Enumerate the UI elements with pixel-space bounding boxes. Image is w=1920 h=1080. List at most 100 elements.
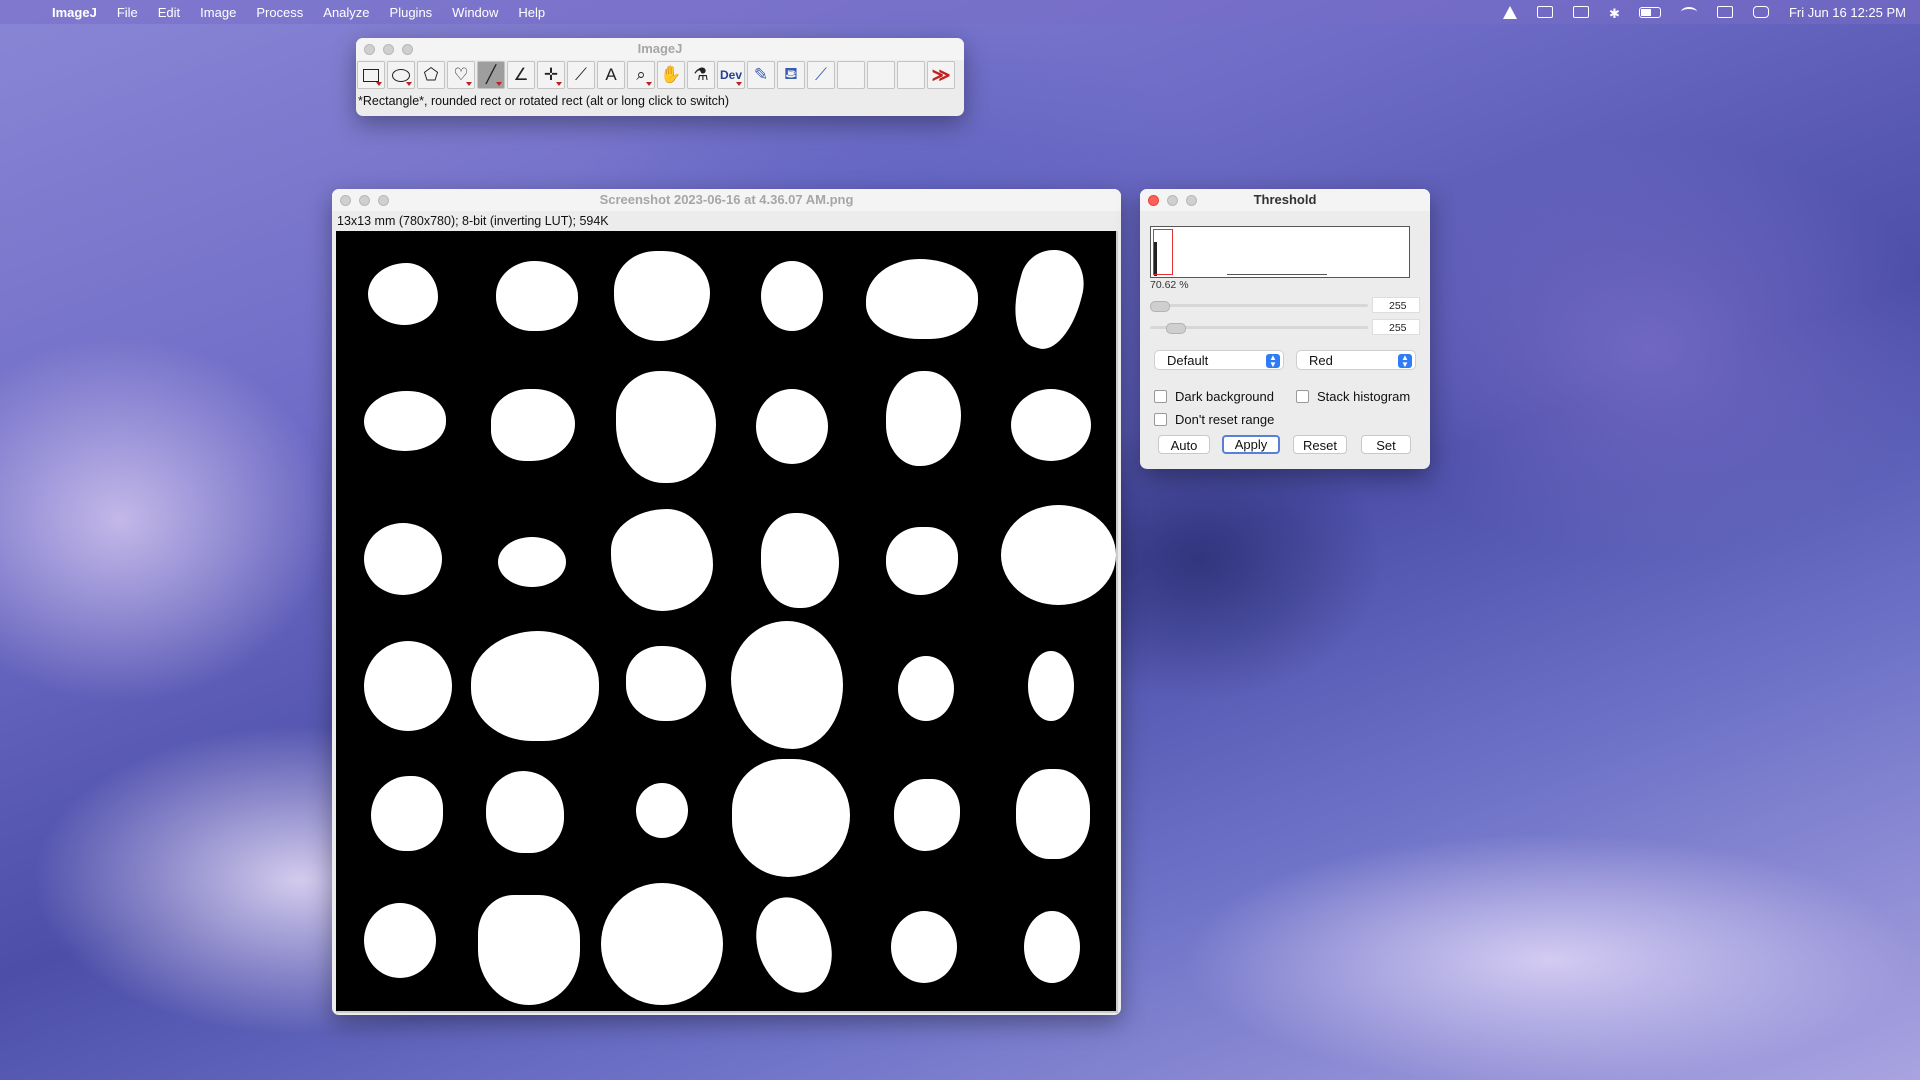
particle bbox=[371, 776, 443, 851]
empty-tool-slot[interactable] bbox=[897, 61, 925, 89]
particle bbox=[866, 259, 978, 339]
microscope-icon: ⚗ bbox=[693, 65, 709, 84]
particle bbox=[364, 391, 446, 451]
color-picker-tool-button[interactable]: ⚗ bbox=[687, 61, 715, 89]
particle bbox=[636, 783, 688, 838]
display-select[interactable]: Red ▲ ▼ bbox=[1296, 350, 1416, 370]
more-tools-button[interactable]: ≫ bbox=[927, 61, 955, 89]
titlebar[interactable]: Screenshot 2023-06-16 at 4.36.07 AM.png bbox=[332, 189, 1121, 211]
particle bbox=[731, 621, 843, 749]
particle bbox=[1001, 505, 1116, 605]
rectangle-tool-button[interactable] bbox=[357, 61, 385, 89]
image-info: 13x13 mm (780x780); 8-bit (inverting LUT… bbox=[337, 214, 609, 228]
magnifier-icon: ⌕ bbox=[636, 65, 646, 84]
dev-label: Dev bbox=[719, 68, 742, 82]
point-tool-button[interactable]: ✛ bbox=[537, 61, 565, 89]
dev-tool-button[interactable]: Dev bbox=[717, 61, 745, 89]
titlebar[interactable]: ImageJ bbox=[356, 38, 964, 60]
menu-imagej[interactable]: ImageJ bbox=[52, 5, 97, 20]
line-icon: ╱ bbox=[485, 65, 497, 84]
method-select[interactable]: Default ▲ ▼ bbox=[1154, 350, 1284, 370]
min-threshold-value[interactable]: 255 bbox=[1372, 297, 1420, 313]
menu-image[interactable]: Image bbox=[200, 5, 236, 20]
vlc-icon[interactable] bbox=[1502, 5, 1517, 19]
wand-icon: ⟋ bbox=[575, 65, 587, 84]
text-icon: A bbox=[605, 65, 617, 84]
brush-tool-button[interactable]: ✎ bbox=[747, 61, 775, 89]
menu-window[interactable]: Window bbox=[452, 5, 498, 20]
threshold-window: Threshold 70.62 % 255 255 Default ▲ ▼ Red… bbox=[1140, 189, 1430, 469]
chevron-up-down-icon: ▲ ▼ bbox=[1266, 354, 1280, 369]
empty-tool-slot[interactable] bbox=[867, 61, 895, 89]
particle bbox=[601, 883, 723, 1005]
checkbox-box[interactable] bbox=[1154, 390, 1167, 403]
pipette-tool-button[interactable]: ⟋ bbox=[807, 61, 835, 89]
wand-tool-button[interactable]: ⟋ bbox=[567, 61, 595, 89]
menu-file[interactable]: File bbox=[117, 5, 138, 20]
apply-button[interactable]: Apply bbox=[1222, 435, 1280, 454]
reset-button[interactable]: Reset bbox=[1293, 435, 1347, 454]
display-icon[interactable] bbox=[1572, 6, 1589, 18]
checkbox-box[interactable] bbox=[1296, 390, 1309, 403]
particle bbox=[1016, 769, 1090, 859]
dont-reset-range-checkbox[interactable]: Don't reset range bbox=[1154, 412, 1274, 427]
particle bbox=[496, 261, 578, 331]
max-threshold-value[interactable]: 255 bbox=[1372, 319, 1420, 335]
particle bbox=[743, 886, 845, 1004]
line-tool-button[interactable]: ╱ bbox=[477, 61, 505, 89]
bluetooth-icon[interactable]: ✱ bbox=[1609, 6, 1620, 21]
min-threshold-slider[interactable] bbox=[1150, 299, 1368, 312]
particle bbox=[1004, 242, 1092, 356]
menu-process[interactable]: Process bbox=[256, 5, 303, 20]
hand-icon: ✋ bbox=[660, 65, 682, 84]
text-tool-button[interactable]: A bbox=[597, 61, 625, 89]
particle bbox=[368, 263, 438, 325]
menu-help[interactable]: Help bbox=[518, 5, 545, 20]
menubar-clock[interactable]: Fri Jun 16 12:25 PM bbox=[1789, 5, 1906, 20]
chevron-up-down-icon: ▲ ▼ bbox=[1398, 354, 1412, 369]
spotlight-icon[interactable] bbox=[1716, 6, 1733, 18]
battery-icon[interactable] bbox=[1638, 6, 1661, 18]
slider-knob[interactable] bbox=[1150, 301, 1170, 312]
menu-analyze[interactable]: Analyze bbox=[323, 5, 369, 20]
empty-tool-slot[interactable] bbox=[837, 61, 865, 89]
control-center-icon[interactable] bbox=[1752, 6, 1769, 18]
particle bbox=[761, 261, 823, 331]
angle-icon: ∠ bbox=[513, 65, 529, 84]
max-threshold-slider[interactable] bbox=[1150, 321, 1368, 334]
polygon-tool-button[interactable]: ⬠ bbox=[417, 61, 445, 89]
flood-fill-icon: ⛾ bbox=[784, 64, 798, 83]
slider-knob[interactable] bbox=[1166, 323, 1186, 334]
extension-icon[interactable] bbox=[1536, 6, 1553, 18]
wifi-icon[interactable] bbox=[1680, 7, 1697, 17]
menu-plugins[interactable]: Plugins bbox=[390, 5, 433, 20]
slider-track bbox=[1150, 304, 1368, 307]
image-canvas[interactable] bbox=[336, 231, 1118, 1013]
checkbox-box[interactable] bbox=[1154, 413, 1167, 426]
angle-tool-button[interactable]: ∠ bbox=[507, 61, 535, 89]
freehand-tool-button[interactable]: ♡ bbox=[447, 61, 475, 89]
stack-histogram-checkbox[interactable]: Stack histogram bbox=[1296, 389, 1410, 404]
particle bbox=[886, 527, 958, 595]
particle bbox=[756, 389, 828, 464]
dark-background-checkbox[interactable]: Dark background bbox=[1154, 389, 1274, 404]
particle bbox=[471, 631, 599, 741]
window-title: ImageJ bbox=[637, 41, 683, 56]
menu-bar: ImageJ File Edit Image Process Analyze P… bbox=[0, 0, 1920, 24]
checkbox-label: Stack histogram bbox=[1317, 389, 1411, 404]
image-window: Screenshot 2023-06-16 at 4.36.07 AM.png … bbox=[332, 189, 1121, 1015]
menu-edit[interactable]: Edit bbox=[158, 5, 180, 20]
particle bbox=[891, 911, 957, 983]
oval-tool-button[interactable] bbox=[387, 61, 415, 89]
hand-tool-button[interactable]: ✋ bbox=[657, 61, 685, 89]
double-chevron-right-icon: ≫ bbox=[931, 64, 951, 85]
particle bbox=[894, 779, 960, 851]
histogram bbox=[1150, 226, 1410, 278]
set-button[interactable]: Set bbox=[1361, 435, 1411, 454]
auto-button[interactable]: Auto bbox=[1158, 435, 1210, 454]
titlebar[interactable]: Threshold bbox=[1140, 189, 1430, 211]
zoom-tool-button[interactable]: ⌕ bbox=[627, 61, 655, 89]
particle bbox=[498, 537, 566, 587]
flood-fill-tool-button[interactable]: ⛾ bbox=[777, 61, 805, 89]
tool-palette: ⬠ ♡ ╱ ∠ ✛ ⟋ A ⌕ ✋ ⚗ Dev ✎ ⛾ ⟋ ≫ bbox=[357, 61, 964, 91]
